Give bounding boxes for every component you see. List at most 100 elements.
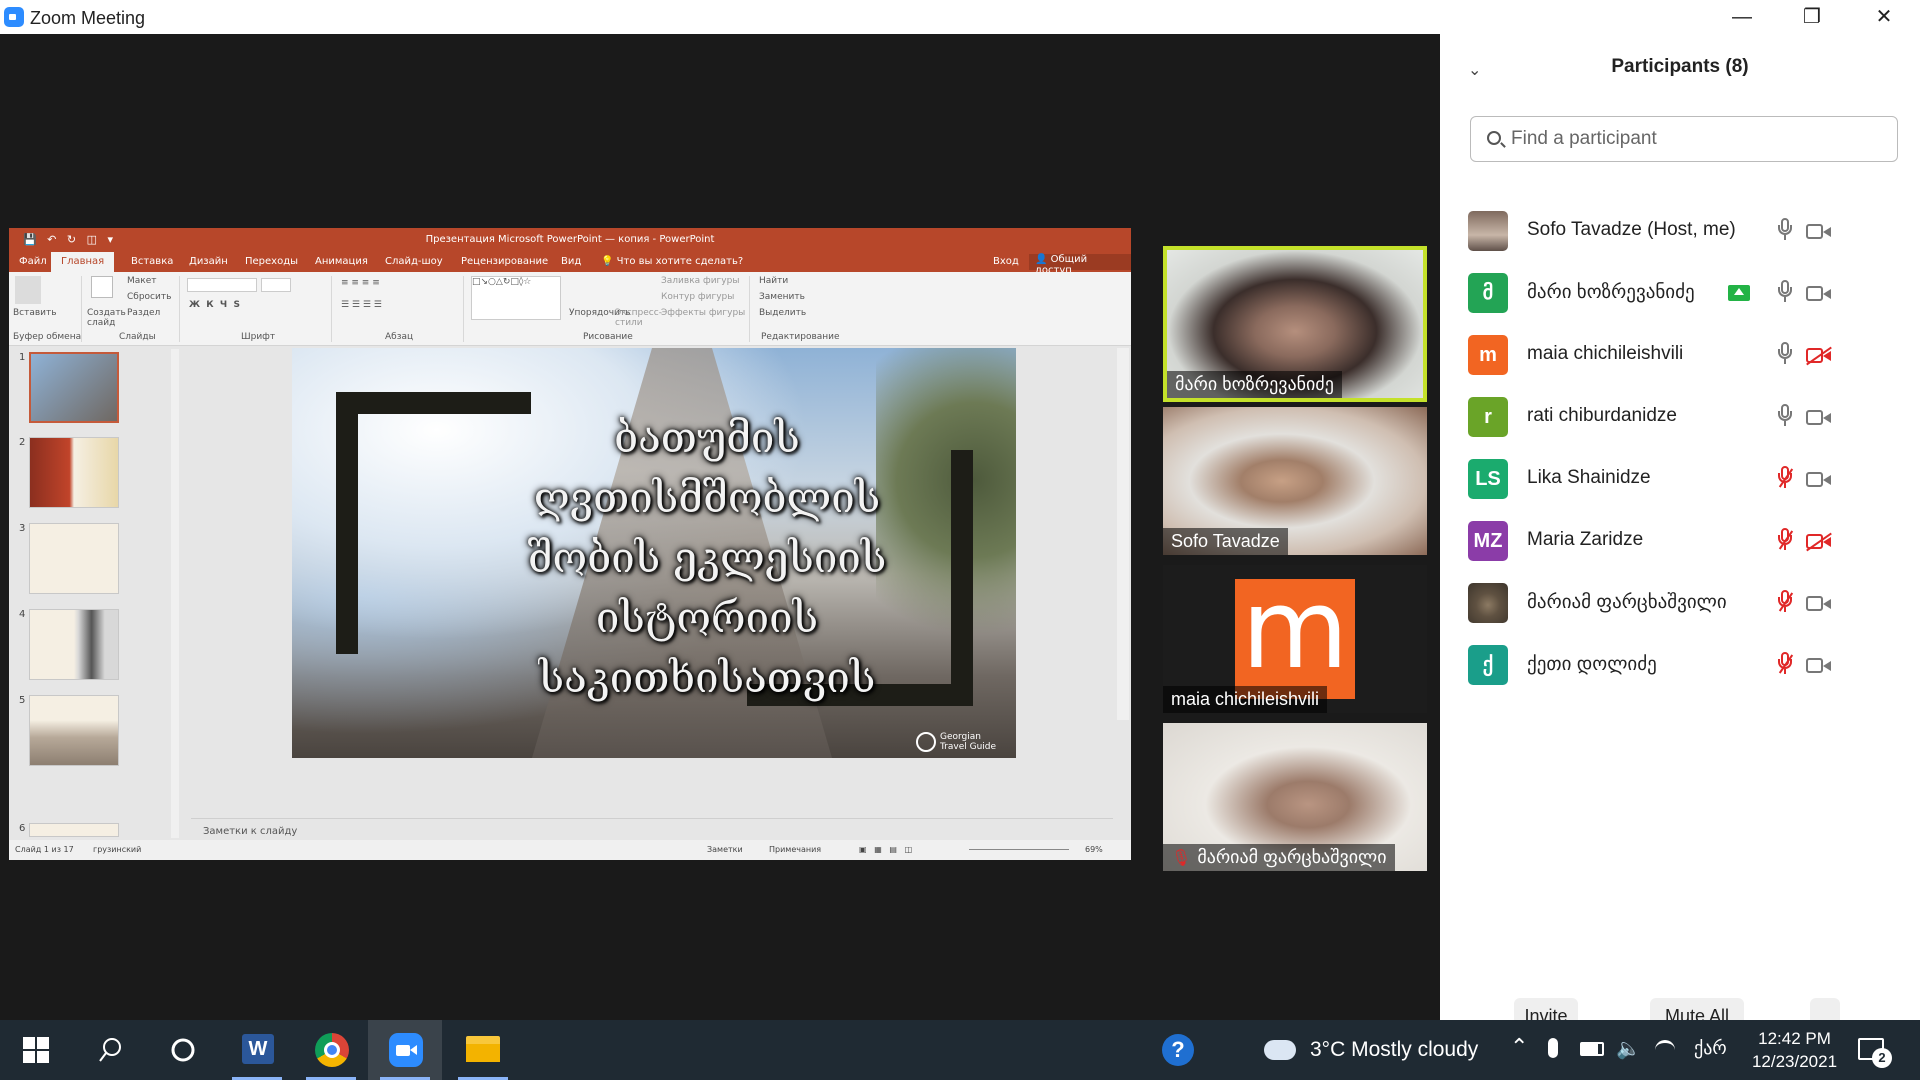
find-button[interactable]: Найти <box>759 276 788 286</box>
shape-fill-button[interactable]: Заливка фигуры <box>661 276 739 286</box>
view-buttons[interactable]: ▣ ▦ ▤ ◫ <box>859 845 912 854</box>
taskbar-file-explorer[interactable] <box>446 1020 520 1080</box>
shape-effects-button[interactable]: Эффекты фигуры <box>661 308 745 318</box>
start-button[interactable] <box>0 1020 74 1080</box>
ppt-tab-slideshow[interactable]: Слайд-шоу <box>385 256 443 267</box>
microphone-icon[interactable] <box>1778 404 1792 428</box>
ppt-tab-file[interactable]: Файл <box>19 256 47 267</box>
participant-row[interactable]: MZ Maria Zaridze <box>1440 510 1920 572</box>
video-tile[interactable]: 🎙 მარიამ ფარცხაშვილი <box>1163 723 1427 871</box>
zoom-level[interactable]: 69% <box>1085 845 1103 854</box>
ppt-signin[interactable]: Вход <box>993 256 1019 267</box>
taskbar-zoom[interactable] <box>368 1020 442 1080</box>
restore-button[interactable]: ❐ <box>1784 0 1840 34</box>
layout-button[interactable]: Макет <box>127 276 157 286</box>
new-slide-button[interactable]: Создать слайд <box>87 308 126 328</box>
section-button[interactable]: Раздел <box>127 308 160 318</box>
new-slide-icon[interactable] <box>91 276 113 298</box>
slide-thumbnail-4[interactable] <box>29 609 119 680</box>
taskbar-word[interactable]: W <box>220 1020 294 1080</box>
ppt-tab-transitions[interactable]: Переходы <box>245 256 298 267</box>
participant-row[interactable]: r rati chiburdanidze <box>1440 386 1920 448</box>
video-camera-icon[interactable] <box>1806 286 1832 302</box>
microphone-icon[interactable] <box>1778 280 1792 304</box>
muted-microphone-icon[interactable] <box>1778 528 1792 552</box>
participant-row[interactable]: მარიამ ფარცხაშვილი <box>1440 572 1920 634</box>
participant-row[interactable]: Sofo Tavadze (Host, me) <box>1440 200 1920 262</box>
minimize-button[interactable]: — <box>1714 0 1770 34</box>
shared-screen[interactable]: 💾 ↶ ↻ ◫ ▾ Презентация Microsoft PowerPoi… <box>9 228 1131 860</box>
weather-cloud-icon[interactable] <box>1264 1040 1296 1060</box>
participant-row[interactable]: მ მარი ხოზრევანიძე <box>1440 262 1920 324</box>
ppt-tab-insert[interactable]: Вставка <box>131 256 173 267</box>
ppt-tab-view[interactable]: Вид <box>561 256 581 267</box>
participant-row[interactable]: ქ ქეთი დოლიძე <box>1440 634 1920 696</box>
slide-title[interactable]: ბათუმის ღვთისმშობლის შობის ეკლესიის ისტო… <box>472 408 942 708</box>
video-off-icon[interactable] <box>1806 534 1832 550</box>
muted-microphone-icon[interactable] <box>1778 652 1792 676</box>
chevron-up-icon[interactable]: ⌃ <box>1510 1034 1528 1060</box>
ppt-tab-review[interactable]: Рецензирование <box>461 256 548 267</box>
shapes-gallery[interactable]: □↘○△↻□◊☆ <box>471 276 561 320</box>
slide-thumbnail-1[interactable] <box>29 352 119 423</box>
ppt-tell-me[interactable]: 💡 Что вы хотите сделать? <box>601 256 743 267</box>
font-name-input[interactable] <box>187 278 257 292</box>
video-camera-icon[interactable] <box>1806 472 1832 488</box>
slide-thumbnail-2[interactable] <box>29 437 119 508</box>
wifi-icon[interactable] <box>1655 1040 1675 1060</box>
align-buttons[interactable]: ☰ ☰ ☰ ☰ <box>341 300 382 310</box>
microphone-icon[interactable] <box>1778 218 1792 242</box>
video-tile[interactable]: Sofo Tavadze <box>1163 407 1427 555</box>
muted-microphone-icon[interactable] <box>1778 590 1792 614</box>
participant-search-input[interactable] <box>1511 127 1881 151</box>
ppt-share-button[interactable]: 👤 Общий доступ <box>1029 254 1131 276</box>
taskbar-chrome[interactable] <box>294 1020 368 1080</box>
slide-thumbnail-5[interactable] <box>29 695 119 766</box>
taskbar-clock[interactable]: 12:42 PM 12/23/2021 <box>1742 1027 1847 1073</box>
comments-toggle[interactable]: Примечания <box>769 845 821 854</box>
font-size-input[interactable] <box>261 278 291 292</box>
taskbar-search-button[interactable] <box>74 1020 148 1080</box>
thumbnails-scrollbar[interactable] <box>171 349 179 838</box>
video-camera-icon[interactable] <box>1806 224 1832 240</box>
paste-icon[interactable] <box>15 276 41 304</box>
microphone-icon[interactable] <box>1548 1038 1558 1058</box>
battery-icon[interactable] <box>1580 1042 1604 1056</box>
close-button[interactable]: ✕ <box>1856 0 1912 34</box>
volume-icon[interactable]: 🔈 <box>1616 1036 1641 1061</box>
ppt-tab-animations[interactable]: Анимация <box>315 256 368 267</box>
slide-notes[interactable]: Заметки к слайду <box>191 818 1113 840</box>
slide-thumbnail-6[interactable] <box>29 823 119 837</box>
select-button[interactable]: Выделить <box>759 308 806 318</box>
microphone-icon[interactable] <box>1778 342 1792 366</box>
slide-scrollbar[interactable] <box>1117 348 1129 720</box>
muted-microphone-icon[interactable] <box>1778 466 1792 490</box>
language-indicator[interactable]: грузинский <box>93 845 141 854</box>
quick-styles-button[interactable]: Экспресс-стили <box>615 308 662 328</box>
zoom-slider[interactable] <box>969 849 1069 850</box>
paste-button[interactable]: Вставить <box>13 308 57 318</box>
slide-canvas[interactable]: ბათუმის ღვთისმშობლის შობის ეკლესიის ისტო… <box>292 348 1016 758</box>
reset-button[interactable]: Сбросить <box>127 292 171 302</box>
video-tile[interactable]: m maia chichileishvili <box>1163 565 1427 713</box>
video-camera-icon[interactable] <box>1806 410 1832 426</box>
font-format-buttons[interactable]: Ж К Ч S <box>189 300 240 310</box>
video-off-icon[interactable] <box>1806 348 1832 364</box>
ppt-tab-home[interactable]: Главная <box>51 252 115 272</box>
paragraph-buttons[interactable]: ≡ ≡ ≡ ≡ <box>341 278 380 288</box>
input-language[interactable]: ქარ <box>1694 1038 1727 1059</box>
video-camera-icon[interactable] <box>1806 596 1832 612</box>
notes-toggle[interactable]: Заметки <box>707 845 743 854</box>
slide-thumbnail-3[interactable] <box>29 523 119 594</box>
notification-center-icon[interactable]: 2 <box>1858 1038 1892 1068</box>
participant-row[interactable]: m maia chichileishvili <box>1440 324 1920 386</box>
video-camera-icon[interactable] <box>1806 658 1832 674</box>
participant-search[interactable] <box>1470 116 1898 162</box>
participant-row[interactable]: LS Lika Shainidze <box>1440 448 1920 510</box>
help-icon[interactable]: ? <box>1162 1034 1194 1066</box>
cortana-button[interactable] <box>146 1020 220 1080</box>
video-tile-speaker[interactable]: მარი ხოზრევანიძე <box>1163 246 1427 402</box>
shape-outline-button[interactable]: Контур фигуры <box>661 292 734 302</box>
weather-text[interactable]: 3°C Mostly cloudy <box>1310 1038 1478 1062</box>
ppt-tab-design[interactable]: Дизайн <box>189 256 228 267</box>
